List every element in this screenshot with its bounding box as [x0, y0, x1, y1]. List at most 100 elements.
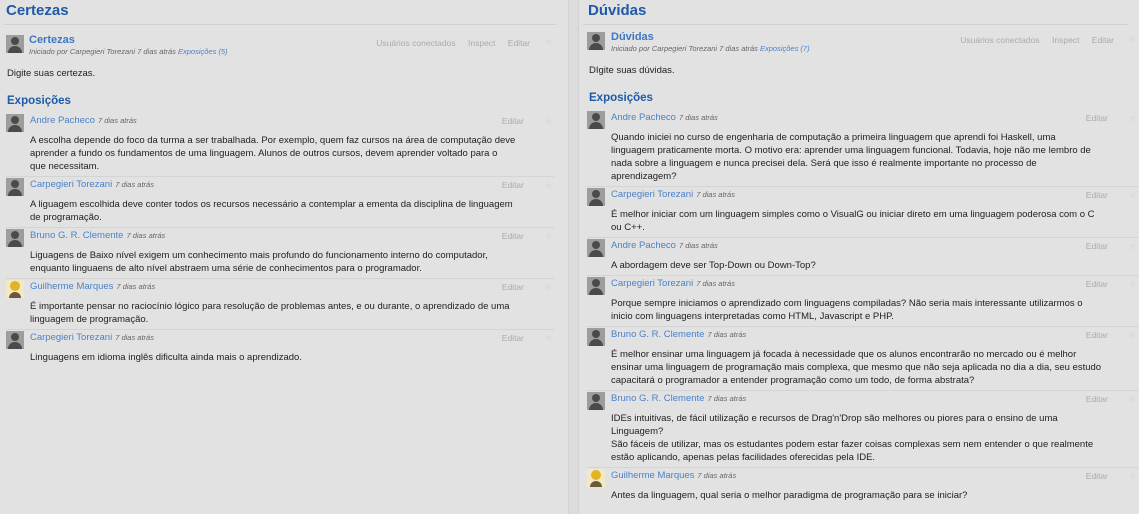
author-name-link[interactable]: Carpegieri Torezani 7 dias atrás: [30, 332, 154, 343]
post-text-line: É melhor ensinar uma linguagem já focada…: [611, 349, 1077, 360]
author-name-link[interactable]: Guilherme Marques 7 dias atrás: [611, 470, 736, 481]
post-text-line: A liguagem escolhida deve conter todos o…: [30, 199, 513, 210]
exposition-post: Andre Pacheco 7 dias atrás Editar ★ Quando i…: [587, 111, 1138, 189]
post-text-line: estão aplicando, apenas pelas facilidade…: [611, 452, 876, 463]
author-name[interactable]: Bruno G. R. Clemente: [611, 393, 704, 404]
edit-link[interactable]: Editar: [1086, 279, 1108, 289]
favorite-star-icon[interactable]: ★: [543, 230, 554, 242]
author-name[interactable]: Carpegieri Torezani: [611, 278, 693, 289]
edit-link[interactable]: Editar: [1086, 394, 1108, 404]
exposition-post: Bruno G. R. Clemente 7 dias atrás Editar ★ I…: [587, 392, 1138, 470]
edit-link[interactable]: Editar: [1092, 35, 1114, 45]
expositions-count-link[interactable]: Exposições (7): [760, 44, 810, 53]
author-avatar: [587, 188, 605, 206]
author-avatar: [6, 178, 24, 196]
author-name[interactable]: Andre Pacheco: [611, 240, 676, 251]
exposition-post: Bruno G. R. Clemente 7 dias atrás Editar ★ L…: [6, 229, 554, 281]
connected-users-link[interactable]: Usuários conectados: [376, 38, 455, 48]
favorite-star-icon[interactable]: ★: [1127, 189, 1138, 201]
favorite-star-icon[interactable]: ★: [1127, 33, 1138, 45]
post-time: 7 dias atrás: [707, 394, 747, 403]
edit-link[interactable]: Editar: [1086, 330, 1108, 340]
author-avatar: [6, 229, 24, 247]
post-divider: [587, 186, 1138, 187]
panel-title: Certezas: [6, 2, 69, 19]
favorite-star-icon[interactable]: ★: [543, 36, 554, 48]
favorite-star-icon[interactable]: ★: [1127, 470, 1138, 482]
author-name[interactable]: Carpegieri Torezani: [30, 179, 112, 190]
post-text-line: Liguagens de Baixo nível exigem um conhe…: [30, 250, 488, 261]
favorite-star-icon[interactable]: ★: [1127, 112, 1138, 124]
author-name[interactable]: Andre Pacheco: [611, 112, 676, 123]
author-name[interactable]: Carpegieri Torezani: [611, 189, 693, 200]
post-text-line: A abordagem deve ser Top-Down ou Down-To…: [611, 260, 816, 271]
inspect-link[interactable]: Inspect: [1052, 35, 1079, 45]
post-divider: [587, 390, 1138, 391]
author-name-link[interactable]: Andre Pacheco 7 dias atrás: [30, 115, 137, 126]
edit-link[interactable]: Editar: [1086, 190, 1108, 200]
edit-link[interactable]: Editar: [502, 180, 524, 190]
author-name[interactable]: Guilherme Marques: [30, 281, 113, 292]
author-avatar: [587, 277, 605, 295]
edit-link[interactable]: Editar: [502, 333, 524, 343]
post-time: 7 dias atrás: [678, 113, 718, 122]
edit-link[interactable]: Editar: [502, 116, 524, 126]
edit-link[interactable]: Editar: [502, 282, 524, 292]
expositions-count-link[interactable]: Exposições (5): [178, 47, 228, 56]
author-name-link[interactable]: Carpegieri Torezani 7 dias atrás: [611, 278, 735, 289]
author-name-link[interactable]: Guilherme Marques 7 dias atrás: [30, 281, 155, 292]
post-text-line: de programação.: [30, 212, 102, 223]
topic-title-link[interactable]: Certezas: [29, 34, 75, 46]
connected-users-link[interactable]: Usuários conectados: [960, 35, 1039, 45]
exposition-post: Carpegieri Torezani 7 dias atrás Editar ★ Po…: [587, 277, 1138, 329]
edit-link[interactable]: Editar: [1086, 113, 1108, 123]
author-name-link[interactable]: Andre Pacheco 7 dias atrás: [611, 112, 718, 123]
post-divider: [587, 467, 1138, 468]
divider: [4, 24, 556, 25]
exposition-post: Carpegieri Torezani 7 dias atrás Editar ★ A …: [6, 178, 554, 230]
author-name-link[interactable]: Bruno G. R. Clemente 7 dias atrás: [30, 230, 165, 241]
post-text-line: enquanto linguaens de alto nível abstrae…: [30, 263, 422, 274]
panel-gap: [569, 0, 578, 514]
author-name-link[interactable]: Andre Pacheco 7 dias atrás: [611, 240, 718, 251]
favorite-star-icon[interactable]: ★: [1127, 240, 1138, 252]
favorite-star-icon[interactable]: ★: [543, 281, 554, 293]
post-text-line: Porque sempre iniciamos o aprendizado co…: [611, 298, 1083, 309]
post-text-line: nada sobre a linguagem e nunca precisei …: [611, 158, 1037, 169]
author-name[interactable]: Bruno G. R. Clemente: [30, 230, 123, 241]
author-name[interactable]: Bruno G. R. Clemente: [611, 329, 704, 340]
topic-body: Digite suas certezas.: [7, 68, 96, 79]
favorite-star-icon[interactable]: ★: [1127, 278, 1138, 290]
author-name-link[interactable]: Carpegieri Torezani 7 dias atrás: [611, 189, 735, 200]
favorite-star-icon[interactable]: ★: [543, 115, 554, 127]
post-divider: [587, 275, 1138, 276]
topic-meta-text: Iniciado por Carpegieri Torezani 7 dias …: [29, 47, 176, 56]
post-time: 7 dias atrás: [696, 279, 735, 288]
post-text-line: A escolha depende do foco da turma a ser…: [30, 135, 516, 146]
post-time: 7 dias atrás: [97, 116, 137, 125]
author-name-link[interactable]: Carpegieri Torezani 7 dias atrás: [30, 179, 154, 190]
panel-title: Dúvidas: [588, 2, 647, 19]
edit-link[interactable]: Editar: [502, 231, 524, 241]
author-avatar: [587, 392, 605, 410]
edit-link[interactable]: Editar: [1086, 241, 1108, 251]
author-name-link[interactable]: Bruno G. R. Clemente 7 dias atrás: [611, 393, 746, 404]
topic-title-link[interactable]: Dúvidas: [611, 31, 654, 43]
favorite-star-icon[interactable]: ★: [543, 179, 554, 191]
author-name-link[interactable]: Bruno G. R. Clemente 7 dias atrás: [611, 329, 746, 340]
post-text-line: linguagem de programação.: [30, 314, 149, 325]
edit-link[interactable]: Editar: [1086, 471, 1108, 481]
favorite-star-icon[interactable]: ★: [1127, 393, 1138, 405]
topic-actions: Usuários conectados Inspect Editar: [950, 35, 1114, 45]
exposition-post: Andre Pacheco 7 dias atrás Editar ★ A aborda…: [587, 239, 1138, 278]
post-divider: [587, 326, 1138, 327]
author-name[interactable]: Guilherme Marques: [611, 470, 694, 481]
favorite-star-icon[interactable]: ★: [1127, 329, 1138, 341]
favorite-star-icon[interactable]: ★: [543, 332, 554, 344]
author-name[interactable]: Andre Pacheco: [30, 115, 95, 126]
edit-link[interactable]: Editar: [508, 38, 530, 48]
inspect-link[interactable]: Inspect: [468, 38, 495, 48]
post-divider: [6, 278, 554, 279]
topic-meta: Iniciado por Carpegieri Torezani 7 dias …: [29, 47, 228, 56]
author-name[interactable]: Carpegieri Torezani: [30, 332, 112, 343]
